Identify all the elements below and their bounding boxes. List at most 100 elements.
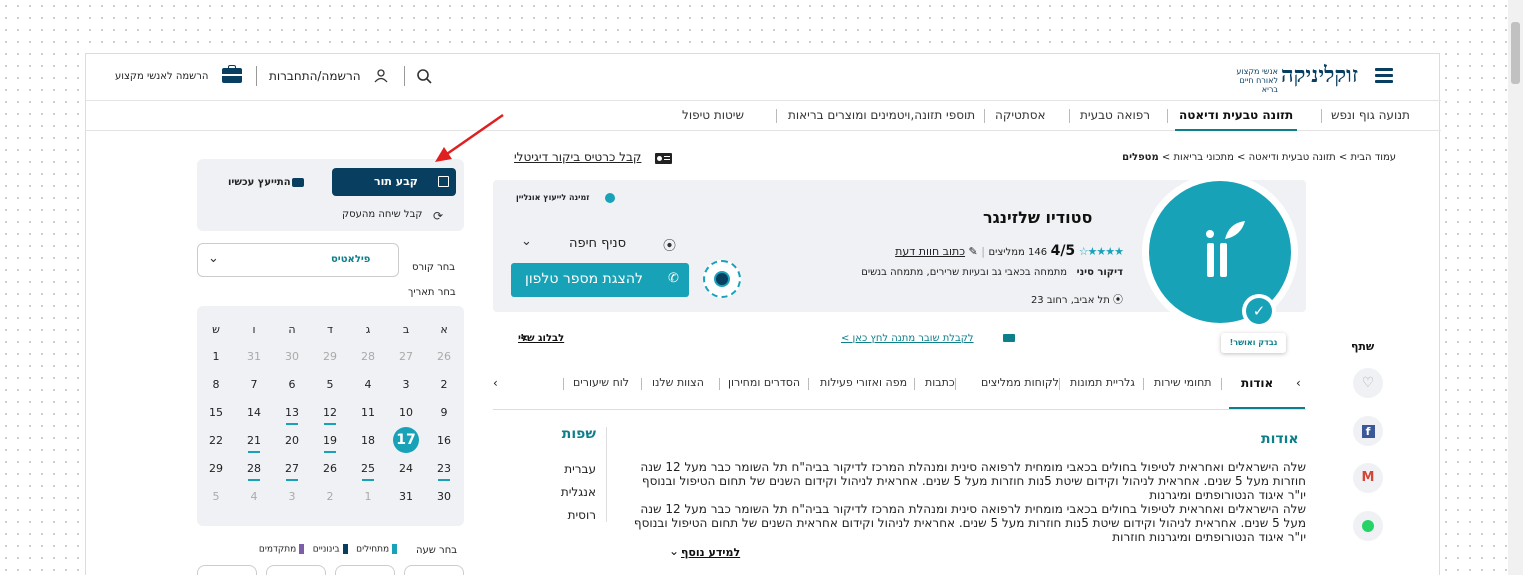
calendar-day[interactable]: 1 — [197, 342, 235, 370]
book-appointment-button[interactable]: קבע תור — [332, 168, 456, 196]
calendar-day-available[interactable]: 19 — [311, 426, 349, 454]
about-paragraph: שלה הישראלים ואחראית לטיפול בחולים בכאבי… — [640, 460, 1306, 502]
time-slot[interactable] — [335, 565, 395, 575]
tab-about[interactable]: אודות — [1241, 376, 1273, 390]
calendar-day[interactable]: 29 — [197, 454, 235, 482]
calendar-day-selected[interactable]: 17 — [387, 426, 425, 454]
callback-button[interactable]: קבל שיחה מהעסק — [342, 209, 422, 220]
tab-gallery[interactable]: גלריית תמונות — [1070, 376, 1135, 389]
calendar: א ב ג ד ה ו ש 26 27 28 29 30 31 1 2 3 4 — [197, 306, 464, 526]
calendar-day[interactable]: 10 — [387, 398, 425, 426]
nav-item-natural-medicine[interactable]: רפואה טבעית — [1080, 108, 1150, 122]
chevron-left-icon[interactable]: ‹ — [493, 376, 498, 390]
calendar-day[interactable]: 20 — [273, 426, 311, 454]
calendar-day[interactable]: 14 — [235, 398, 273, 426]
calendar-day[interactable]: 30 — [425, 482, 463, 510]
heart-icon[interactable]: ♡ — [1353, 368, 1383, 398]
more-info-link[interactable]: למידע נוסף — [681, 546, 740, 559]
top-bar: זוקליניקה אנשי מקצוע לאורח חיים בריא הרש… — [86, 54, 1441, 101]
briefcase-icon — [222, 65, 242, 83]
gmail-icon[interactable]: M — [1353, 463, 1383, 493]
consult-now-button[interactable]: התייעץ עכשיו — [228, 177, 291, 188]
calendar-day: 28 — [361, 349, 375, 363]
weekday-header: א — [440, 322, 448, 336]
calendar-day: 5 — [212, 489, 220, 503]
calendar-day[interactable]: 5 — [311, 370, 349, 398]
search-icon[interactable] — [416, 68, 432, 84]
site-logo[interactable]: זוקליניקה — [1281, 62, 1358, 88]
calendar-day-available[interactable]: 27 — [273, 454, 311, 482]
breadcrumb-path[interactable]: עמוד הבית > תזונה טבעית ודיאטה > מתכוני … — [1159, 152, 1396, 163]
calendar-day-available[interactable]: 13 — [273, 398, 311, 426]
location-pin-icon: ⦿ — [663, 239, 677, 254]
logo-tagline-line2: לאורח חיים בריא — [1239, 76, 1278, 94]
tab-class-schedule[interactable]: לוח שיעורים — [573, 376, 629, 389]
calendar-grid: א ב ג ד ה ו ש 26 27 28 29 30 31 1 2 3 4 — [197, 316, 463, 510]
breadcrumb-current: מטפלים — [1122, 152, 1159, 163]
calendar-day[interactable]: 3 — [387, 370, 425, 398]
calendar-day[interactable]: 4 — [349, 370, 387, 398]
intermediate-swatch — [342, 544, 348, 554]
show-phone-button[interactable]: להצגת מספר טלפון ✆ — [511, 263, 689, 297]
tab-pricing[interactable]: הסדרים ומחירון — [728, 376, 800, 389]
time-slot[interactable] — [404, 565, 464, 575]
calendar-day: 1 — [364, 489, 372, 503]
tab-map[interactable]: מפה ואזורי פעילות — [820, 376, 907, 389]
calendar-day[interactable]: 9 — [425, 398, 463, 426]
weekday-header: ג — [365, 322, 371, 336]
profile-tabs: ‹ ‹ אודות תחומי שירות גלריית תמונות לקוח… — [493, 376, 1306, 410]
verified-badge: נבדק ואושר! — [1221, 333, 1286, 353]
course-select[interactable]: פילאטיס ⌄ — [197, 243, 399, 277]
tab-team[interactable]: הצוות שלנו — [652, 376, 704, 389]
advanced-swatch — [299, 544, 305, 554]
user-icon[interactable] — [374, 69, 388, 83]
nav-item-supplements[interactable]: תוספי תזונה,ויטמינים ומוצרים בריאות — [788, 108, 975, 122]
tab-articles[interactable]: כתבות — [925, 376, 955, 389]
calendar-day[interactable]: 24 — [387, 454, 425, 482]
languages-list: עברית אנגלית רוסית — [516, 458, 596, 527]
time-slot[interactable] — [197, 565, 257, 575]
calendar-day: 27 — [399, 349, 413, 363]
nav-item-nutrition[interactable]: תזונה טבעית ודיאטה — [1174, 108, 1298, 131]
digital-card-link[interactable]: קבל כרטיס ביקור דיגיטלי — [514, 150, 641, 164]
page-scrollbar[interactable] — [1508, 0, 1523, 575]
branch-select[interactable]: ⌄ סניף חיפה ⦿ — [511, 234, 681, 258]
book-appointment-label: קבע תור — [374, 175, 418, 188]
calendar-day-available[interactable]: 28 — [235, 454, 273, 482]
calendar-icon — [438, 176, 449, 187]
pro-signup-link[interactable]: הרשמה לאנשי מקצוע — [115, 71, 208, 82]
calendar-day-available[interactable]: 25 — [349, 454, 387, 482]
calendar-day[interactable]: 22 — [197, 426, 235, 454]
calendar-day[interactable]: 26 — [311, 454, 349, 482]
whatsapp-icon[interactable] — [1353, 511, 1383, 541]
chevron-right-icon[interactable]: ‹ — [1296, 376, 1301, 390]
nav-item-aesthetics[interactable]: אסתטיקה — [995, 108, 1046, 122]
hamburger-menu-icon[interactable] — [1375, 68, 1393, 84]
nav-item-treatment-methods[interactable]: שיטות טיפול — [682, 108, 744, 122]
location-pin-icon: ⦿ — [1113, 295, 1123, 306]
nav-item-movement[interactable]: תנועה גוף ונפש — [1331, 108, 1410, 122]
calendar-day[interactable]: 11 — [349, 398, 387, 426]
login-link[interactable]: הרשמה/התחברות — [269, 69, 361, 83]
calendar-day-available[interactable]: 21 — [235, 426, 273, 454]
calendar-day[interactable]: 2 — [425, 370, 463, 398]
calendar-day[interactable]: 31 — [387, 482, 425, 510]
write-review-link[interactable]: כתוב חוות דעת — [895, 245, 965, 258]
calendar-day[interactable]: 16 — [425, 426, 463, 454]
calendar-day-available[interactable]: 12 — [311, 398, 349, 426]
calendar-day[interactable]: 15 — [197, 398, 235, 426]
scrollbar-thumb[interactable] — [1511, 22, 1520, 84]
time-slot[interactable] — [266, 565, 326, 575]
gift-voucher-link[interactable]: לקבלת שובר מתנה לחץ כאן > — [841, 333, 974, 344]
calendar-day[interactable]: 8 — [197, 370, 235, 398]
calendar-day[interactable]: 6 — [273, 370, 311, 398]
tab-testimonials[interactable]: לקוחות ממליצים — [981, 376, 1059, 389]
legend-advanced: מתקדמים — [258, 544, 297, 555]
calendar-day[interactable]: 18 — [349, 426, 387, 454]
rating-value: 4/5 — [1050, 243, 1076, 259]
weekday-header: ב — [402, 322, 410, 336]
calendar-day[interactable]: 7 — [235, 370, 273, 398]
facebook-icon[interactable]: f — [1353, 416, 1383, 446]
tab-services[interactable]: תחומי שירות — [1154, 376, 1212, 389]
calendar-day-available[interactable]: 23 — [425, 454, 463, 482]
